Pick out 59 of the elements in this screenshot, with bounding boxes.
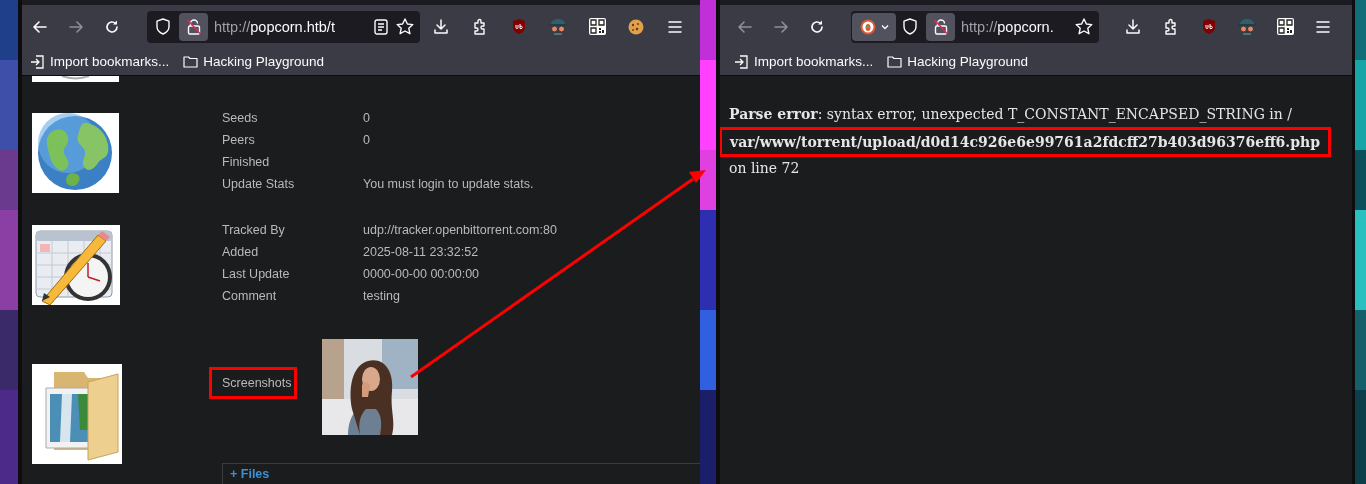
field-label: Tracked By [222,223,286,237]
search-engine-button[interactable] [852,12,896,41]
import-icon[interactable] [734,54,749,69]
crossed-lock-icon[interactable] [185,17,202,36]
field-label: Seeds [222,111,259,125]
cookie-icon[interactable] [628,18,644,35]
field-value: 0000-00-00 00:00:00 [363,267,480,281]
shield-extension-icon[interactable] [511,18,527,35]
field-value: udp://tracker.openbittorrent.com:80 [363,223,557,237]
bookmark-item[interactable]: Import bookmarks... [734,54,874,69]
field-label: Update Stats [222,177,296,191]
duck-logo-icon[interactable] [860,18,876,35]
menu-icon[interactable] [1315,19,1331,34]
globe-icon [32,113,119,193]
bookmark-item[interactable]: Hacking Playground [183,54,325,69]
address-bar[interactable]: http://popcorn.htb/t [147,10,420,43]
bookmark-item[interactable]: Hacking Playground [887,54,1029,69]
folder-icon[interactable] [183,55,199,68]
shield-icon[interactable] [155,18,171,35]
reader-view-icon[interactable] [374,18,388,35]
error-message: Parse error: syntax error, unexpected T_CONSTANT_ENCAPSED_STRING in / var/www/torrent/upload/d0d14c926e6e99761a2fdcff27b403d96376eff6.php on line 72 [720,103,1352,180]
address-bar[interactable]: http://popcorn. [851,10,1099,43]
folder-icon [32,364,122,464]
spy-extension-icon[interactable] [548,17,568,36]
reload-icon[interactable] [809,18,825,35]
qr-code-icon[interactable] [1276,18,1294,35]
site-info-button[interactable] [926,12,955,41]
shield-extension-icon[interactable] [1201,18,1217,35]
import-icon[interactable] [30,54,45,69]
field-label: Finished [222,155,271,169]
url-text[interactable]: http://popcorn.htb/t [214,18,368,35]
folder-icon[interactable] [887,55,903,68]
url-text[interactable]: http://popcorn. [961,18,1069,35]
reload-icon[interactable] [104,18,120,35]
crossed-lock-icon[interactable] [932,17,949,36]
download-icon[interactable] [433,18,449,35]
site-info-button[interactable] [179,12,208,41]
back-arrow-icon[interactable] [32,18,48,35]
calendar-clock-icon [32,225,120,305]
field-label: Comment [222,289,278,303]
menu-icon[interactable] [667,19,683,34]
bookmark-star-icon[interactable] [1075,18,1093,35]
field-value: 2025-08-11 23:32:52 [363,245,479,259]
field-value: testing [363,289,400,303]
shield-icon[interactable] [902,18,918,35]
bookmark-item[interactable]: Import bookmarks... [30,54,170,69]
field-value: 0 [363,111,370,125]
download-icon[interactable] [1125,18,1141,35]
field-label: Peers [222,133,256,147]
screenshots-label: Screenshots [222,376,292,390]
field-label: Added [222,245,260,259]
spy-extension-icon[interactable] [1237,17,1257,36]
field-value: You must login to update stats. [363,177,534,191]
field-label: Last Update [222,267,291,281]
qr-code-icon[interactable] [588,18,606,35]
puzzle-icon[interactable] [1163,18,1179,35]
puzzle-icon[interactable] [472,18,488,35]
field-value: 0 [363,133,370,147]
bookmark-star-icon[interactable] [396,18,414,35]
